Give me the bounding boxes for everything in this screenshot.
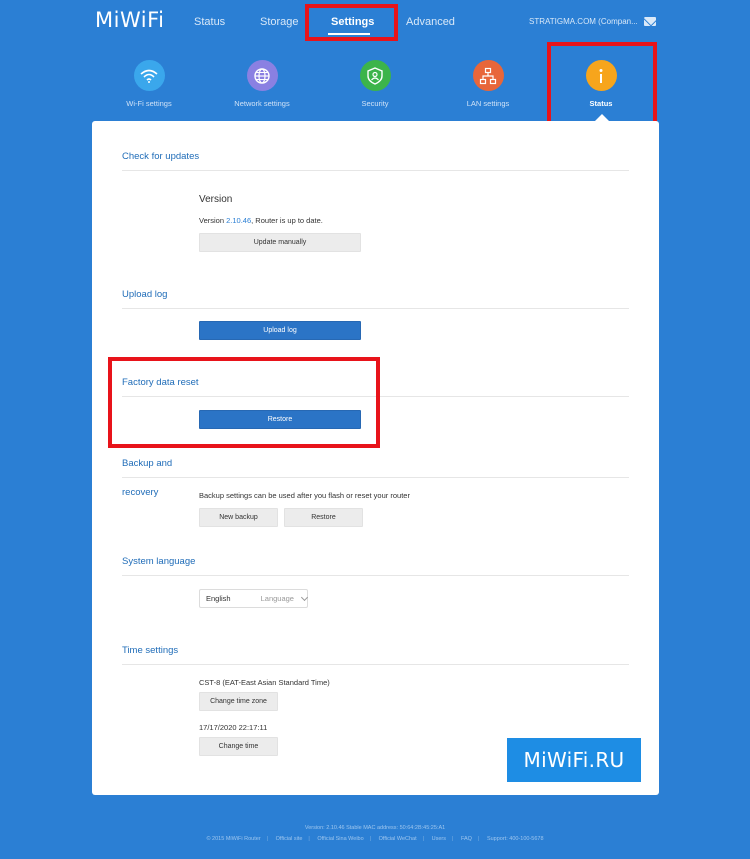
- divider: [122, 575, 629, 576]
- version-number-link[interactable]: 2.10.46: [226, 216, 251, 225]
- wifi-icon: [133, 60, 165, 91]
- settings-panel: [92, 121, 659, 795]
- section-title-updates: Check for updates: [122, 151, 200, 162]
- shield-icon: [359, 60, 391, 91]
- backup-description: Backup settings can be used after you fl…: [199, 491, 410, 500]
- version-suffix: , Router is up to date.: [251, 216, 323, 225]
- update-manually-button[interactable]: Update manually: [199, 233, 361, 252]
- footer-link-official-site[interactable]: Official site: [276, 836, 303, 842]
- category-label: LAN settings: [466, 99, 510, 108]
- category-wifi-settings[interactable]: Wi-Fi settings: [99, 60, 199, 108]
- nav-status[interactable]: Status: [194, 16, 225, 28]
- category-label: Wi-Fi settings: [126, 99, 172, 108]
- upload-log-button[interactable]: Upload log: [199, 321, 361, 340]
- section-title-language: System language: [122, 556, 196, 567]
- category-label: Network settings: [234, 99, 290, 108]
- divider: [122, 664, 629, 665]
- footer-link-users[interactable]: Users: [432, 836, 446, 842]
- footer-links: © 2015 MiWiFi Router | Official site | Off…: [206, 836, 544, 842]
- version-heading: Version: [199, 194, 233, 205]
- footer-version: Version: 2.10.46 Stable MAC address: 50:…: [304, 825, 446, 831]
- timezone-text: CST-8 (EAT-East Asian Standard Time): [199, 678, 330, 687]
- section-title-backup: Backup and: [122, 458, 173, 469]
- divider: [122, 170, 629, 171]
- miwifi-logo[interactable]: MiWiFi: [95, 8, 164, 32]
- divider: [122, 477, 629, 478]
- current-datetime: 17/17/2020 22:17:11: [199, 723, 268, 732]
- factory-reset-highlight-box: [108, 357, 380, 448]
- miwifi-ru-watermark: MiWiFi.RU: [507, 738, 641, 782]
- version-status: Version 2.10.46, Router is up to date.: [199, 216, 323, 225]
- language-select[interactable]: English Language: [199, 589, 309, 608]
- category-lan-settings[interactable]: LAN settings: [438, 60, 538, 108]
- settings-highlight-box: [305, 4, 398, 41]
- change-time-zone-button[interactable]: Change time zone: [199, 692, 278, 711]
- footer-copyright: © 2015 MiWiFi Router: [206, 836, 261, 842]
- category-network-settings[interactable]: Network settings: [212, 60, 312, 108]
- footer-link-wechat[interactable]: Official WeChat: [379, 836, 417, 842]
- category-security[interactable]: Security: [325, 60, 425, 108]
- divider: [122, 308, 629, 309]
- version-prefix: Version: [199, 216, 227, 225]
- mail-icon[interactable]: [644, 17, 656, 26]
- chevron-down-icon: [300, 593, 309, 601]
- new-backup-button[interactable]: New backup: [199, 508, 278, 527]
- footer-support: Support: 400-100-5678: [486, 836, 544, 842]
- section-title-upload-log: Upload log: [122, 289, 168, 300]
- change-time-button[interactable]: Change time: [199, 737, 278, 756]
- backup-restore-button[interactable]: Restore: [284, 508, 363, 527]
- globe-icon: [246, 60, 278, 91]
- footer-link-faq[interactable]: FAQ: [461, 836, 472, 842]
- account-name: STRATIGMA.COM (Compan...: [529, 17, 638, 26]
- footer-link-weibo[interactable]: Official Sina Weibo: [317, 836, 363, 842]
- language-value: English: [206, 594, 231, 603]
- active-category-pointer: [595, 114, 609, 121]
- category-label: Security: [361, 99, 389, 108]
- nav-storage[interactable]: Storage: [260, 16, 299, 28]
- account-menu[interactable]: STRATIGMA.COM (Compan...: [529, 15, 654, 26]
- network-icon: [472, 60, 504, 91]
- section-title-recovery: recovery: [122, 487, 159, 498]
- nav-advanced[interactable]: Advanced: [406, 16, 455, 28]
- section-title-time: Time settings: [122, 645, 179, 656]
- language-placeholder: Language: [260, 594, 294, 603]
